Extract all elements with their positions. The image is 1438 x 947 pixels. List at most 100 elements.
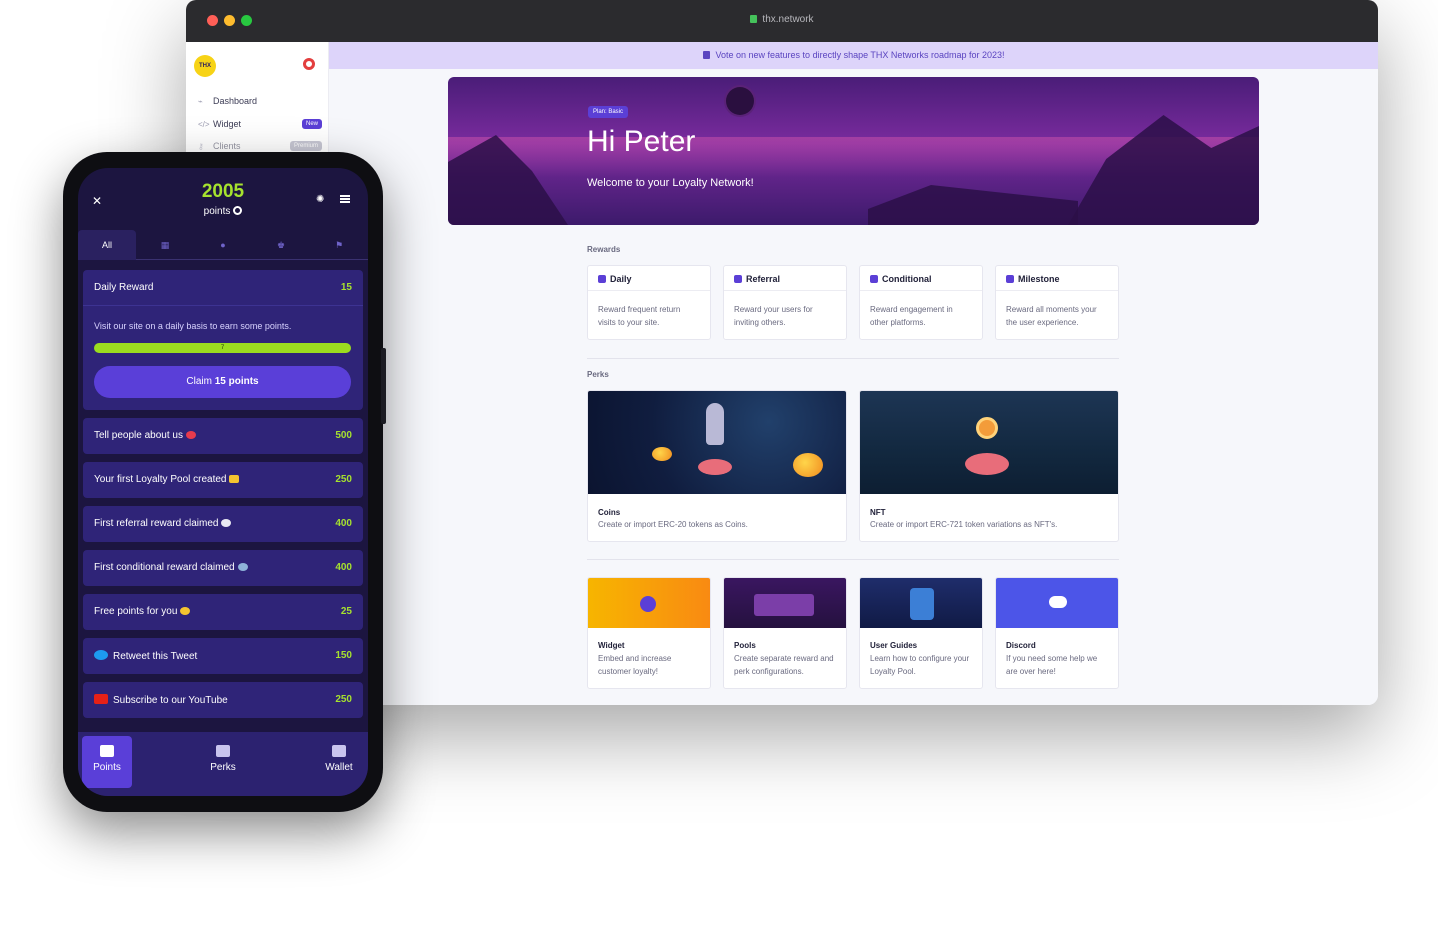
resource-card-desc: Create separate reward and perk configur… [734, 654, 834, 676]
perks-heading: Perks [587, 370, 609, 379]
rocket-graphic [706, 403, 724, 445]
nav-label: Wallet [325, 762, 353, 773]
nav-wallet[interactable]: Wallet [314, 736, 364, 788]
wallet-icon [332, 745, 346, 757]
resource-card-user-guides[interactable]: User Guides Learn how to configure your … [859, 577, 983, 689]
reward-card-desc: Reward engagement in other platforms. [870, 305, 953, 327]
tab-daily[interactable]: ▦ [136, 230, 194, 260]
heart-icon [185, 431, 196, 439]
sidebar-item-label: Clients [213, 141, 241, 151]
twitter-icon [94, 650, 108, 660]
tab-conditional[interactable]: ♚ [252, 230, 310, 260]
reward-card-title: Milestone [1018, 274, 1060, 284]
daily-progress-bar: 7 [94, 343, 351, 353]
reward-item-points: 500 [335, 430, 352, 441]
perk-card-nft[interactable]: NFT Create or import ERC-721 token varia… [859, 390, 1119, 542]
points-label: points [78, 206, 368, 217]
resource-card-widget[interactable]: Widget Embed and increase customer loyal… [587, 577, 711, 689]
perk-card-title: Coins [598, 508, 621, 517]
gear-icon[interactable]: ✺ [316, 194, 324, 205]
new-badge: New [301, 119, 322, 129]
tab-all[interactable]: All [78, 230, 136, 260]
hero-title: Hi Peter [587, 125, 696, 158]
address-bar[interactable]: thx.network [186, 14, 1378, 25]
reward-item-title: First conditional reward claimed [94, 562, 235, 573]
reward-item-title: Your first Loyalty Pool created [94, 474, 227, 485]
coin-graphic [793, 453, 823, 477]
flag-icon: ⚑ [334, 240, 344, 250]
reward-item-first-pool[interactable]: Your first Loyalty Pool created 250 [83, 462, 363, 498]
lock-icon [750, 15, 758, 23]
reward-item-title: First referral reward claimed [94, 518, 219, 529]
refresh-icon[interactable] [233, 206, 243, 215]
reward-item-youtube[interactable]: Subscribe to our YouTube 250 [83, 682, 363, 718]
dashboard-graphic [754, 594, 814, 616]
reward-card-daily[interactable]: Daily Reward frequent return visits to y… [587, 265, 711, 340]
announcement-text: Vote on new features to directly shape T… [715, 50, 1005, 60]
hero-banner: Plan: Basic Hi Peter Welcome to your Loy… [448, 77, 1259, 225]
capsule-graphic [910, 588, 934, 620]
planet-graphic [726, 87, 754, 115]
reward-item-free-points[interactable]: Free points for you 25 [83, 594, 363, 630]
sidebar-item-widget[interactable]: </> Widget New [198, 117, 322, 131]
sidebar-item-clients[interactable]: ⚷ Clients Premium [198, 139, 322, 153]
tab-referral[interactable]: ● [194, 230, 252, 260]
coins-illustration [588, 391, 846, 494]
sidebar-item-dashboard[interactable]: ⌁ Dashboard [198, 94, 322, 108]
section-divider [587, 559, 1119, 560]
notification-icon[interactable] [303, 58, 315, 70]
reward-card-conditional[interactable]: Conditional Reward engagement in other p… [859, 265, 983, 340]
chat-icon [734, 275, 742, 283]
widget-illustration [588, 578, 710, 628]
widget-icon [640, 596, 656, 612]
daily-reward-title: Daily Reward [94, 282, 154, 293]
pools-illustration [724, 578, 846, 628]
premium-badge: Premium [289, 141, 322, 151]
daily-reward-desc: Visit our site on a daily basis to earn … [94, 321, 292, 331]
resource-card-desc: Learn how to configure your Loyalty Pool… [870, 654, 970, 676]
coin-graphic [652, 447, 672, 461]
discord-icon [1049, 596, 1067, 608]
reward-card-referral[interactable]: Referral Reward your users for inviting … [723, 265, 847, 340]
reward-item-title: Tell people about us [94, 430, 183, 441]
tab-milestone[interactable]: ⚑ [310, 230, 368, 260]
reward-card-milestone[interactable]: Milestone Reward all moments your the us… [995, 265, 1119, 340]
daily-reward-card: Daily Reward 15 Visit our site on a dail… [83, 270, 363, 410]
perk-card-coins[interactable]: Coins Create or import ERC-20 tokens as … [587, 390, 847, 542]
reward-item-points: 400 [335, 562, 352, 573]
trophy-icon [1006, 275, 1014, 283]
reward-item-title: Subscribe to our YouTube [113, 695, 228, 706]
reward-card-desc: Reward frequent return visits to your si… [598, 305, 681, 327]
speech-bubble-icon [221, 519, 232, 527]
daily-reward-points: 15 [340, 282, 352, 293]
reward-item-points: 250 [335, 474, 352, 485]
daily-reward-header[interactable]: Daily Reward 15 [83, 270, 363, 306]
reward-item-title: Free points for you [94, 606, 178, 617]
reward-item-points: 25 [340, 606, 352, 617]
reward-item-first-referral[interactable]: First referral reward claimed 400 [83, 506, 363, 542]
phone-screen: ✕ 2005 points ✺ All ▦ ● ♚ ⚑ Daily Reward… [78, 168, 368, 796]
store-icon [216, 745, 230, 757]
resource-card-pools[interactable]: Pools Create separate reward and perk co… [723, 577, 847, 689]
reward-item-first-conditional[interactable]: First conditional reward claimed 400 [83, 550, 363, 586]
claim-label: Claim [186, 376, 215, 387]
reward-item-points: 150 [335, 650, 352, 661]
resource-card-discord[interactable]: Discord If you need some help we are ove… [995, 577, 1119, 689]
stage: thx.network THX ⌁ Dashboard </> Widget New… [0, 0, 1438, 947]
nav-perks[interactable]: Perks [198, 736, 248, 788]
reward-item-retweet[interactable]: Retweet this Tweet 150 [83, 638, 363, 674]
main-content: Vote on new features to directly shape T… [329, 42, 1378, 705]
resource-card-title: Discord [1006, 641, 1036, 650]
nav-points[interactable]: Points [82, 736, 132, 788]
menu-icon[interactable] [340, 195, 350, 203]
perk-card-title: NFT [870, 508, 886, 517]
reward-item-tell-people[interactable]: Tell people about us 500 [83, 418, 363, 454]
globe-icon [237, 563, 248, 571]
thx-logo[interactable]: THX [194, 55, 216, 77]
reward-card-desc: Reward your users for inviting others. [734, 305, 813, 327]
calendar-icon: ▦ [160, 240, 170, 250]
phone-side-button [381, 348, 386, 424]
claim-button[interactable]: Claim 15 points [94, 366, 351, 398]
announcement-banner[interactable]: Vote on new features to directly shape T… [329, 42, 1378, 69]
youtube-icon [94, 694, 108, 704]
